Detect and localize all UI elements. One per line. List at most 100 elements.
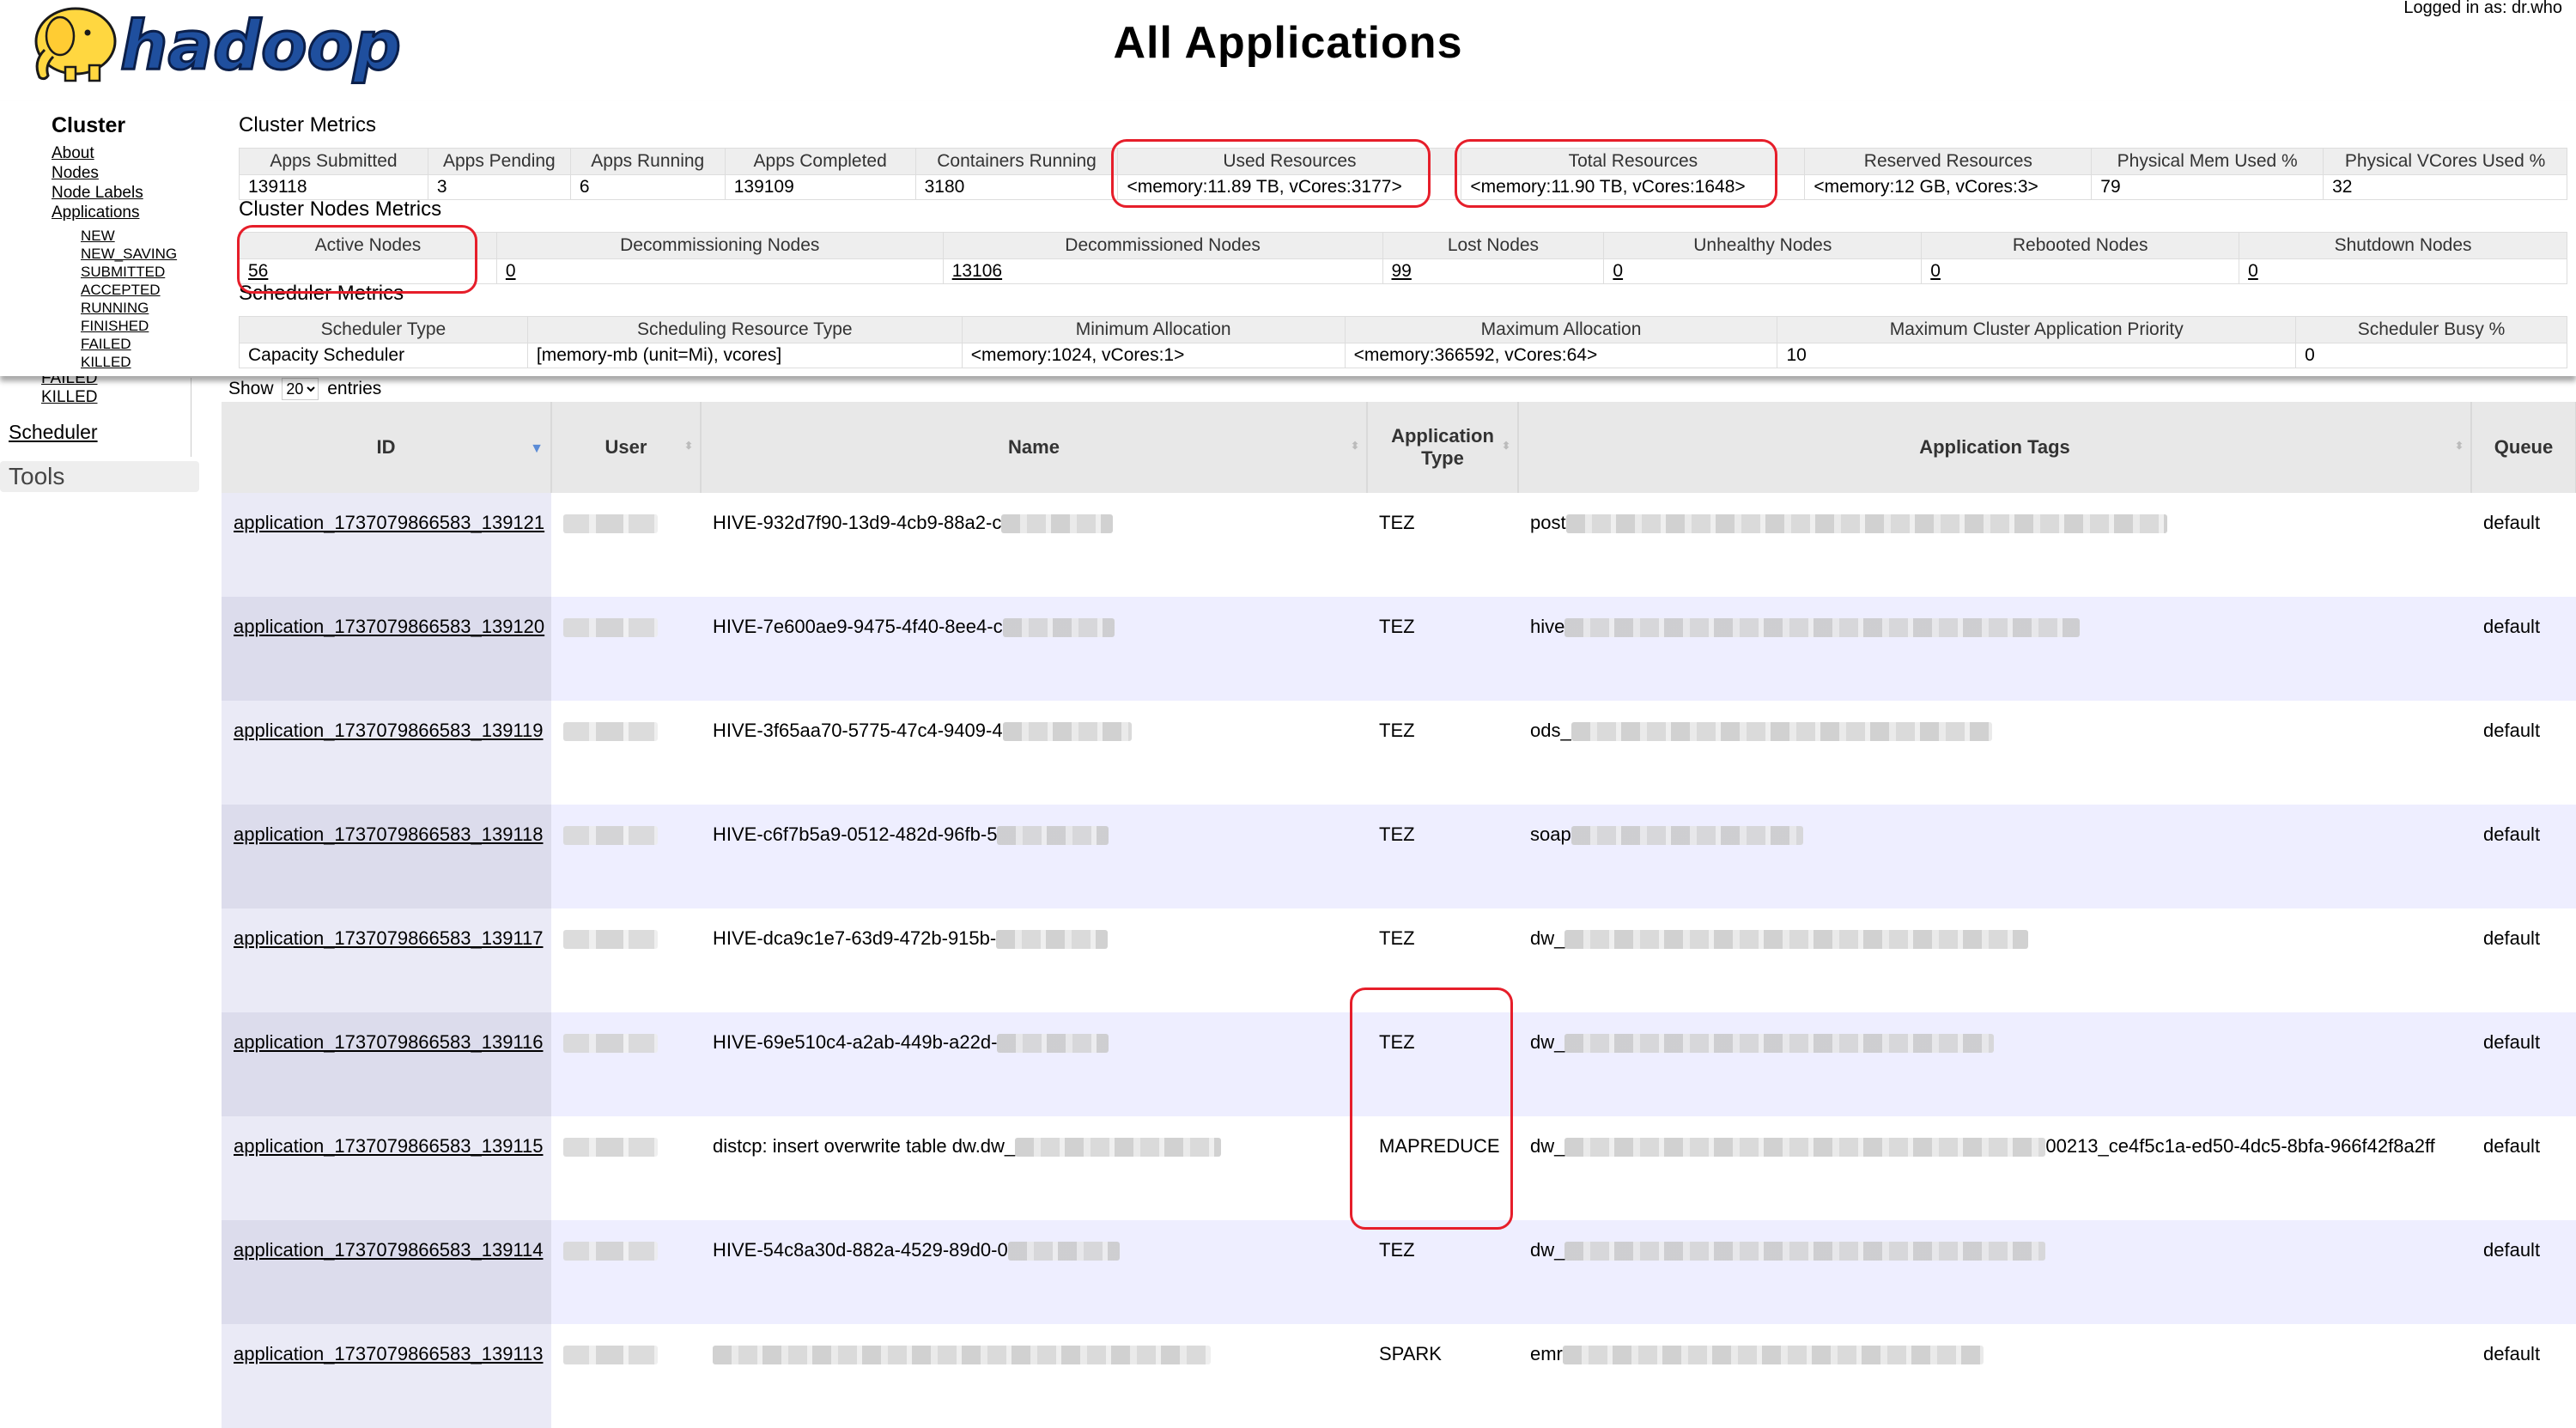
nav-state-failed[interactable]: FAILED (81, 336, 131, 353)
cluster-nodes-metrics-table: Active Nodes Decommissioning Nodes Decommi… (239, 232, 2567, 284)
app-user-cell (551, 597, 701, 701)
app-queue-cell: default (2471, 1220, 2576, 1324)
app-id-link[interactable]: application_1737079866583_139114 (234, 1239, 544, 1261)
table-header-row: ID ▼ User ⬍ Name ⬍ Application Type ⬍ Applic… (222, 402, 2576, 493)
redacted-name (713, 1346, 1211, 1365)
app-tags-prefix: emr (1530, 1343, 1563, 1364)
redacted-user (563, 930, 658, 950)
nav-state-running[interactable]: RUNNING (81, 300, 149, 317)
cluster-metrics-title: Cluster Metrics (239, 113, 377, 137)
nav-state-accepted[interactable]: ACCEPTED (81, 282, 161, 299)
app-id-link[interactable]: application_1737079866583_139115 (234, 1135, 544, 1157)
app-name: HIVE-932d7f90-13d9-4cb9-88a2-c (713, 512, 1002, 533)
metric-link[interactable]: 0 (1613, 261, 1623, 281)
redacted-name (996, 930, 1109, 950)
nav-about-link[interactable]: About (52, 144, 94, 163)
nav-state-new-saving[interactable]: NEW_SAVING (81, 246, 177, 263)
metric-header: Shutdown Nodes (2239, 232, 2567, 259)
app-id-link[interactable]: application_1737079866583_139118 (234, 823, 544, 845)
page-title: All Applications (1113, 18, 1463, 68)
app-id-cell: application_1737079866583_139120 (222, 597, 551, 701)
metric-value: Capacity Scheduler (239, 343, 528, 368)
app-queue-cell: default (2471, 1324, 2576, 1428)
app-id-link[interactable]: application_1737079866583_139121 (234, 512, 544, 533)
redacted-user (563, 1346, 658, 1365)
scheduler-metrics-table: Scheduler Type Scheduling Resource Type Mi… (239, 316, 2567, 368)
metric-link[interactable]: 13106 (952, 261, 1002, 281)
metric-link[interactable]: 99 (1392, 261, 1412, 281)
app-id-link[interactable]: application_1737079866583_139113 (234, 1343, 544, 1364)
table-row[interactable]: application_1737079866583_139118 HIVE-c6f… (222, 805, 2576, 908)
app-tags-prefix: hive (1530, 616, 1565, 637)
metric-header: Scheduler Busy % (2295, 316, 2567, 343)
metric-header: Containers Running (914, 148, 1119, 175)
app-name: HIVE-7e600ae9-9475-4f40-8ee4-c (713, 616, 1003, 637)
table-row[interactable]: application_1737079866583_139120 HIVE-7e6… (222, 597, 2576, 701)
app-user-cell (551, 493, 701, 597)
redacted-name (1002, 618, 1115, 638)
redacted-user (563, 826, 658, 846)
app-user-cell (551, 908, 701, 1012)
nav-applications-link[interactable]: Applications (52, 204, 139, 222)
redacted-tags (1564, 930, 2029, 950)
metric-link[interactable]: 0 (1930, 261, 1941, 281)
nodes-header-row: Active Nodes Decommissioning Nodes Decommi… (239, 232, 2567, 259)
app-user-cell (551, 805, 701, 908)
app-id-link[interactable]: application_1737079866583_139120 (234, 616, 544, 637)
page-size-select[interactable]: 20 (282, 378, 319, 400)
col-header-user[interactable]: User ⬍ (551, 402, 702, 493)
redacted-user (563, 722, 658, 742)
nav-state-killed-peek[interactable]: KILLED (41, 388, 97, 407)
redacted-name (997, 826, 1109, 846)
nav-scheduler-link[interactable]: Scheduler (9, 421, 98, 444)
metric-link[interactable]: 0 (506, 261, 516, 281)
show-label: Show (228, 379, 274, 398)
redacted-tags (1564, 1138, 2046, 1158)
nav-state-submitted[interactable]: SUBMITTED (81, 264, 165, 281)
nav-node-labels-link[interactable]: Node Labels (52, 184, 143, 203)
show-entries-control: Show 20 entries (228, 378, 381, 400)
app-name-cell: HIVE-932d7f90-13d9-4cb9-88a2-c (701, 493, 1367, 597)
col-header-application-tags[interactable]: Application Tags ⬍ (1518, 402, 2472, 493)
app-id-cell: application_1737079866583_139118 (222, 805, 551, 908)
nav-nodes-link[interactable]: Nodes (52, 164, 99, 183)
app-type-cell: SPARK (1367, 1324, 1518, 1428)
table-row[interactable]: application_1737079866583_139119 HIVE-3f6… (222, 701, 2576, 805)
app-user-cell (551, 1220, 701, 1324)
metric-header: Scheduling Resource Type (526, 316, 963, 343)
table-row[interactable]: application_1737079866583_139121 HIVE-932… (222, 493, 2576, 597)
app-name-cell: distcp: insert overwrite table dw.dw_ (701, 1116, 1367, 1220)
nav-state-killed[interactable]: KILLED (81, 354, 131, 371)
redacted-name (997, 1034, 1109, 1054)
metric-header: Decommissioned Nodes (942, 232, 1383, 259)
metric-value: 139118 (239, 174, 428, 200)
metric-header: Maximum Allocation (1344, 316, 1778, 343)
metric-value: 3 (427, 174, 571, 200)
app-name: HIVE-69e510c4-a2ab-449b-a22d- (713, 1031, 998, 1053)
redacted-user (563, 514, 658, 534)
redacted-user (563, 1034, 658, 1054)
col-header-queue[interactable]: Queue (2471, 402, 2576, 493)
tools-section[interactable]: Tools (0, 461, 199, 492)
metric-header: Lost Nodes (1382, 232, 1605, 259)
table-row[interactable]: application_1737079866583_139113 SPARK emr… (222, 1324, 2576, 1428)
app-name: HIVE-3f65aa70-5775-47c4-9409-4 (713, 720, 1003, 741)
total-resources-highlight (1455, 139, 1777, 208)
col-header-application-type[interactable]: Application Type ⬍ (1367, 402, 1519, 493)
app-id-link[interactable]: application_1737079866583_139119 (234, 720, 544, 741)
nav-state-new[interactable]: NEW (81, 228, 115, 245)
app-type-cell: TEZ (1367, 701, 1518, 805)
metric-value: <memory:366592, vCores:64> (1344, 343, 1778, 368)
app-id-link[interactable]: application_1737079866583_139117 (234, 927, 544, 949)
col-header-id[interactable]: ID ▼ (222, 402, 552, 493)
nav-state-finished[interactable]: FINISHED (81, 318, 149, 335)
cluster-heading[interactable]: Cluster (52, 113, 125, 138)
metric-value: 3180 (914, 174, 1119, 200)
app-tags-prefix: post (1530, 512, 1566, 533)
redacted-name (1001, 514, 1114, 534)
app-id-link[interactable]: application_1737079866583_139116 (234, 1031, 544, 1053)
col-header-name[interactable]: Name ⬍ (701, 402, 1368, 493)
table-row[interactable]: application_1737079866583_139114 HIVE-54c… (222, 1220, 2576, 1324)
metric-link[interactable]: 0 (2248, 261, 2258, 281)
app-tags-cell: dw_ (1518, 908, 2471, 1012)
